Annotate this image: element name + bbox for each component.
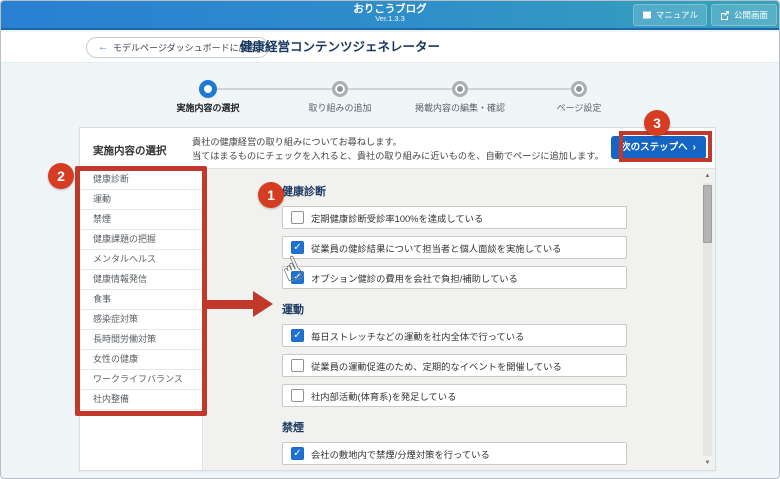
public-screen-button-label: 公開画面 [734, 9, 768, 21]
toolbar: ← モデルページダッシュボードに戻る 健康経営コンテンツジェネレーター [1, 32, 779, 63]
scrollbar-thumb[interactable] [703, 185, 712, 243]
back-button-label: モデルページダッシュボードに戻る [113, 41, 257, 54]
step-label-1: 実施内容の選択 [176, 101, 239, 114]
book-icon [642, 11, 652, 20]
panel-section-label: 実施内容の選択 [93, 143, 167, 158]
checkbox-row[interactable]: ✓ 従業員の健診結果について担当者と個人面談を実施している [282, 236, 627, 259]
external-link-icon [720, 10, 730, 20]
step-connector [468, 88, 571, 90]
checkbox-row[interactable]: ✓ 会社の敷地内で禁煙/分煙対策を行っている [282, 442, 627, 465]
checkbox-label: 毎日ストレッチなどの運動を社内全体で行っている [311, 329, 524, 343]
step-dot-2 [332, 81, 348, 97]
annotation-arrow-icon [253, 291, 273, 317]
section-title-kenkoshindan: 健康診断 [282, 183, 627, 199]
annotation-badge-1: 1 [258, 182, 284, 208]
page-title: 健康経営コンテンツジェネレーター [240, 32, 440, 63]
checkbox[interactable]: ✓ [291, 359, 304, 372]
panel-description: 貴社の健康経営の取り組みについてお尋ねします。 当てはまるものにチェックを入れる… [192, 135, 604, 163]
check-icon: ✓ [292, 330, 303, 342]
checkbox-row[interactable]: ✓ 毎日ストレッチなどの運動を社内全体で行っている [282, 324, 627, 347]
scroll-up-icon[interactable]: ▲ [702, 173, 713, 179]
manual-button[interactable]: マニュアル [633, 4, 707, 26]
checkbox-label: 従業員の健診結果について担当者と個人面談を実施している [311, 241, 561, 255]
step-label-3: 掲載内容の編集・確認 [415, 101, 505, 114]
step-dot-1 [199, 80, 217, 98]
app-version: Ver.1.3.3 [353, 15, 426, 24]
checkbox-scroll-area: 健康診断 ✓ 定期健康診断受診率100%を達成している ✓ 従業員の健診結果につ… [202, 168, 715, 470]
step-dot-3 [452, 81, 468, 97]
checkbox-label: 定期健康診断受診率100%を達成している [311, 211, 483, 225]
section-title-undo: 運動 [282, 301, 627, 317]
annotation-badge-3: 3 [644, 110, 670, 136]
vertical-scrollbar: ▲ ▼ [702, 171, 713, 468]
checkbox-label: オプション健診の費用を会社で負担/補助している [311, 271, 518, 285]
annotation-box-next-button [619, 131, 712, 162]
section-title-kinen: 禁煙 [282, 419, 627, 435]
manual-button-label: マニュアル [656, 9, 698, 21]
public-screen-button[interactable]: 公開画面 [711, 4, 777, 26]
step-label-4: ページ設定 [557, 101, 602, 114]
header-buttons: マニュアル 公開画面 [633, 4, 777, 26]
app-title-block: おりこうブログ Ver.1.3.3 [353, 3, 426, 24]
checkbox-label: 会社の敷地内で禁煙/分煙対策を行っている [311, 447, 490, 461]
annotation-badge-2: 2 [48, 163, 74, 189]
checkbox-row[interactable]: ✓ 社内部活動(体育系)を発足している [282, 384, 627, 407]
checkbox[interactable]: ✓ [291, 389, 304, 402]
checkbox[interactable]: ✓ [291, 447, 304, 460]
checkbox[interactable]: ✓ [291, 211, 304, 224]
annotation-box-sidebar [75, 166, 207, 416]
step-dot-4 [571, 81, 587, 97]
check-icon: ✓ [292, 448, 303, 460]
step-connector [217, 88, 332, 90]
checkbox-row[interactable]: ✓ 定期健康診断受診率100%を達成している [282, 206, 627, 229]
checkbox-row[interactable]: ✓ オプション健診の費用を会社で負担/補助している [282, 266, 627, 289]
checkbox-sections: 健康診断 ✓ 定期健康診断受診率100%を達成している ✓ 従業員の健診結果につ… [282, 169, 627, 470]
step-connector [348, 88, 452, 90]
checkbox[interactable]: ✓ [291, 329, 304, 342]
checkbox-label: 社内部活動(体育系)を発足している [311, 389, 456, 403]
left-arrow-icon: ← [98, 42, 108, 53]
annotation-arrow-shaft [207, 300, 254, 309]
description-line-1: 貴社の健康経営の取り組みについてお尋ねします。 [192, 135, 604, 149]
app-window: おりこうブログ Ver.1.3.3 マニュアル 公開画面 ← モデルページダッシ… [0, 0, 780, 479]
checkbox-label: 従業員の運動促進のため、定期的なイベントを開催している [311, 359, 562, 373]
step-label-2: 取り組みの追加 [308, 101, 371, 114]
app-header: おりこうブログ Ver.1.3.3 マニュアル 公開画面 [1, 1, 779, 30]
checkbox-row[interactable]: ✓ 従業員の運動促進のため、定期的なイベントを開催している [282, 354, 627, 377]
description-line-2: 当てはまるものにチェックを入れると、貴社の取り組みに近いものを、自動でページに追… [192, 149, 604, 163]
scroll-down-icon[interactable]: ▼ [702, 460, 713, 466]
